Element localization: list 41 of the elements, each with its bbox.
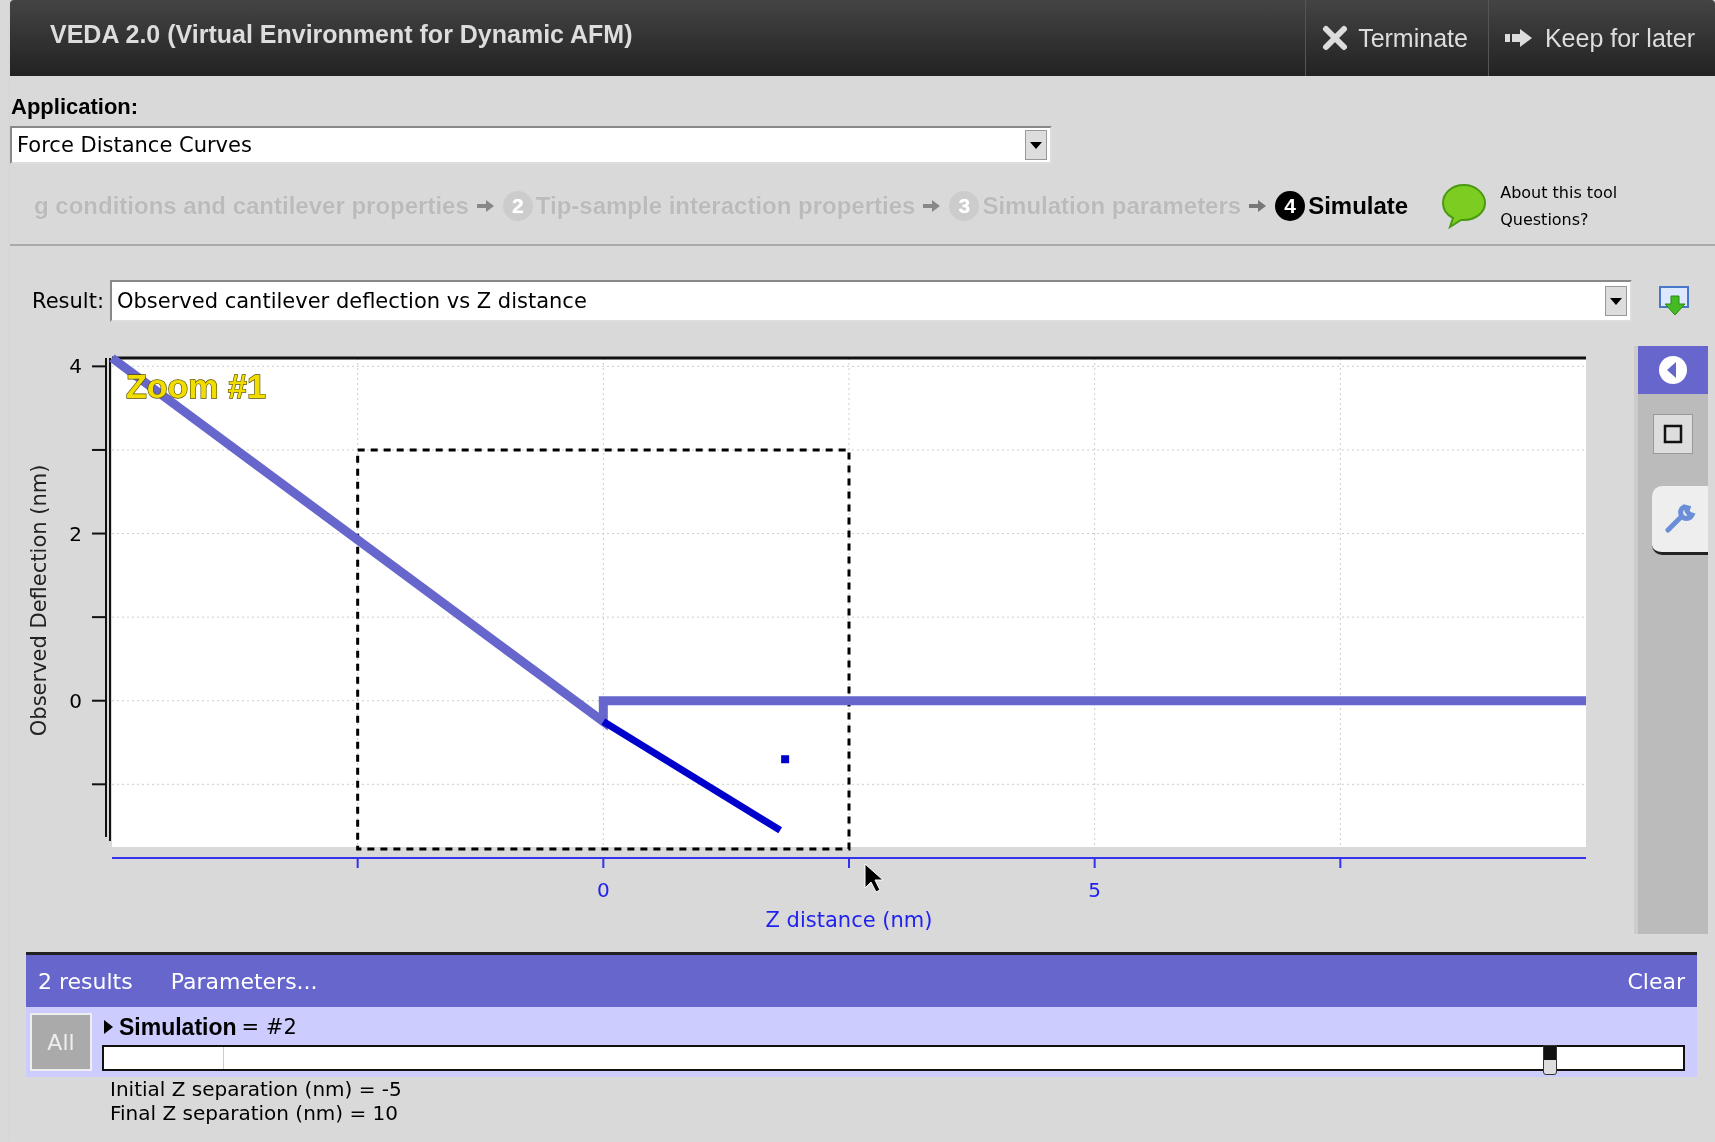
tick-label: 4: [69, 354, 82, 379]
settings-tab[interactable]: [1652, 486, 1708, 555]
axis-title: Observed Deflection (nm): [27, 464, 51, 737]
parameter-text: Initial Z separation (nm) = -5: [110, 1077, 402, 1101]
step-tab[interactable]: 4 Simulate: [1267, 191, 1417, 221]
clear-link[interactable]: Clear: [1627, 968, 1685, 994]
window-title: VEDA 2.0 (Virtual Environment for Dynamic AFM): [49, 19, 634, 50]
square-icon: [1662, 423, 1684, 445]
result-dropdown[interactable]: Observed cantilever deflection vs Z distance: [109, 280, 1632, 322]
cursor-icon: [864, 863, 884, 893]
simulation-name: Simulation: [119, 1013, 237, 1041]
questions-link[interactable]: Questions?: [1500, 210, 1618, 229]
tick-label: 2: [69, 521, 82, 546]
step-number: 4: [1275, 191, 1306, 221]
arrow-icon: [1249, 199, 1268, 213]
field-label: Application:: [10, 93, 139, 121]
keep-button[interactable]: Keep for later: [1487, 0, 1715, 76]
arrow-icon: [923, 199, 942, 213]
results-count: 2 results: [38, 968, 133, 994]
help-bubble-icon[interactable]: [1440, 182, 1489, 230]
field-label: Result:: [32, 289, 104, 313]
zoom-box-button[interactable]: [1653, 414, 1693, 454]
wrench-icon: [1664, 503, 1696, 535]
parameters-link[interactable]: Parameters...: [170, 968, 318, 994]
arrow-icon: [476, 199, 495, 213]
data-point: [781, 755, 790, 764]
application-dropdown[interactable]: Force Distance Curves: [10, 126, 1052, 164]
parameter-text: Final Z separation (nm) = 10: [110, 1101, 399, 1125]
tick-label: 5: [1088, 878, 1102, 902]
terminate-button[interactable]: Terminate: [1305, 0, 1488, 76]
close-icon: [1322, 25, 1349, 51]
collapsed-triangle-icon[interactable]: [102, 1019, 114, 1035]
download-icon[interactable]: [1657, 284, 1692, 318]
simulation-value: = #2: [241, 1015, 297, 1039]
about-link[interactable]: About this tool: [1500, 183, 1618, 202]
tick-label: 0: [69, 688, 82, 713]
slider-thumb[interactable]: [1543, 1044, 1558, 1075]
tick-label: 0: [596, 878, 610, 902]
collapse-button[interactable]: [1638, 346, 1708, 394]
arrow-left-icon: [1658, 355, 1688, 385]
axis-title: Z distance (nm): [765, 908, 933, 932]
